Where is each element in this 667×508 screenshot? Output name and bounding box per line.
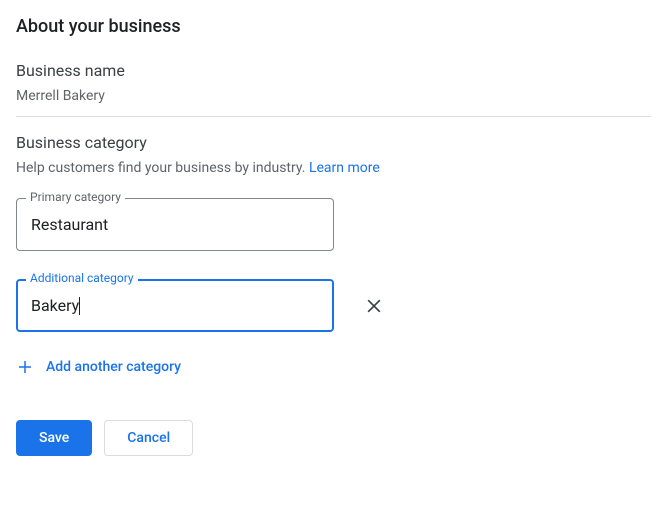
additional-category-field[interactable]: Additional category Bakery [16, 279, 334, 332]
primary-category-input[interactable] [31, 215, 319, 234]
primary-category-label: Primary category [26, 190, 125, 204]
business-name-label: Business name [16, 61, 651, 80]
business-name-value[interactable]: Merrell Bakery [16, 88, 651, 104]
close-icon [364, 296, 384, 316]
button-row: Save Cancel [16, 420, 651, 456]
cancel-button[interactable]: Cancel [104, 420, 193, 456]
helper-text: Help customers find your business by ind… [16, 160, 309, 176]
business-category-section: Business category Help customers find yo… [16, 133, 651, 456]
add-another-label: Add another category [46, 359, 181, 375]
text-caret [79, 297, 80, 315]
business-category-helper: Help customers find your business by ind… [16, 160, 651, 176]
add-another-category-button[interactable]: Add another category [16, 354, 651, 380]
save-button[interactable]: Save [16, 420, 92, 456]
additional-category-input[interactable]: Bakery [31, 296, 79, 315]
additional-category-label: Additional category [26, 271, 138, 285]
business-name-section: Business name Merrell Bakery [16, 61, 651, 104]
divider [16, 116, 651, 117]
page-title: About your business [16, 16, 651, 37]
primary-category-field[interactable]: Primary category [16, 198, 334, 251]
learn-more-link[interactable]: Learn more [309, 160, 380, 176]
business-category-label: Business category [16, 133, 651, 152]
remove-category-button[interactable] [360, 292, 388, 320]
plus-icon [16, 358, 34, 376]
